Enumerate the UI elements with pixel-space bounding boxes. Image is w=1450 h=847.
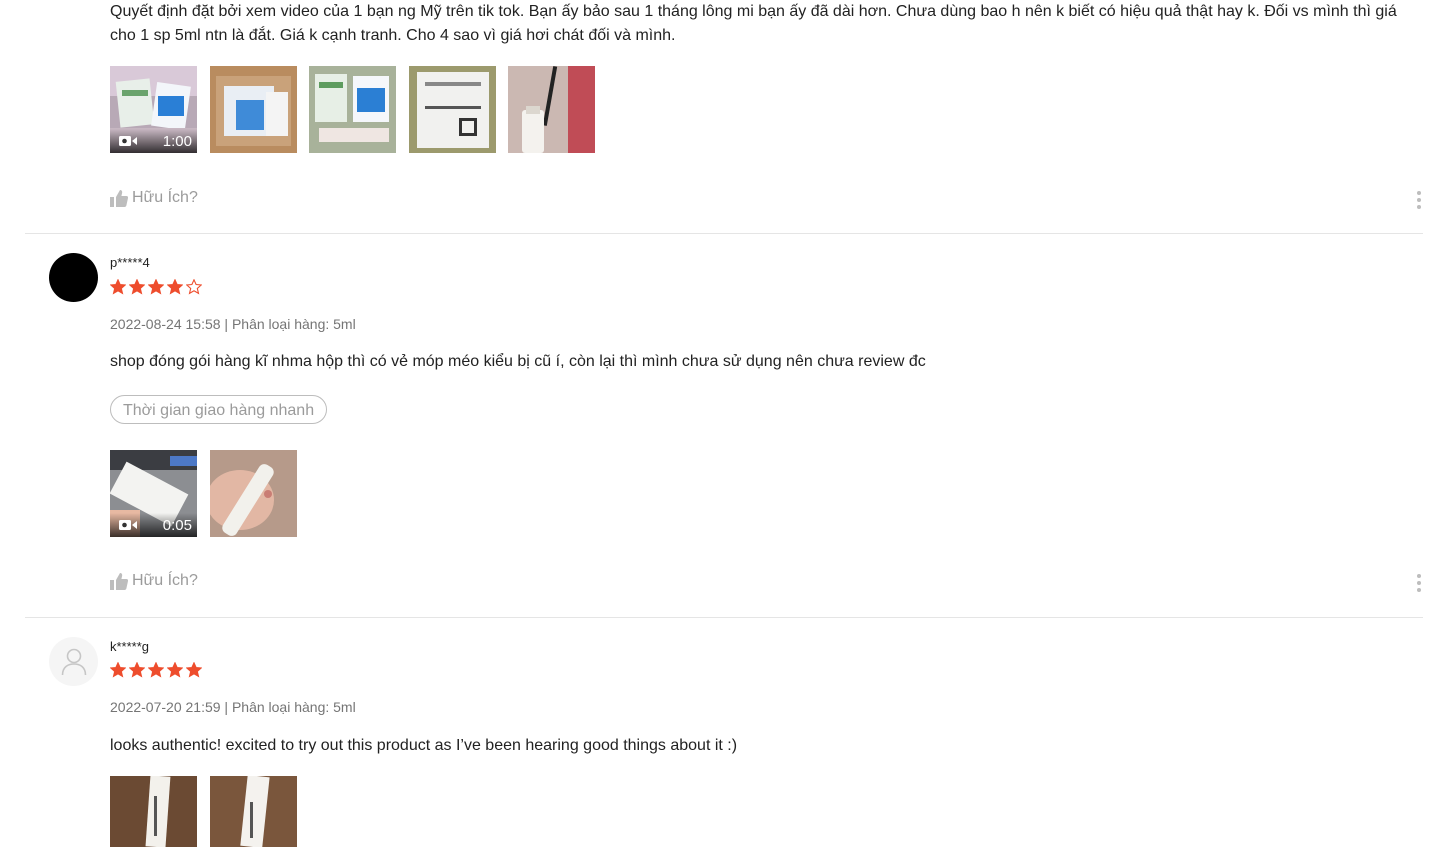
review-tag: Thời gian giao hàng nhanh xyxy=(110,395,328,424)
thumbs-up-icon xyxy=(110,189,128,207)
product-photo xyxy=(210,776,297,847)
star-filled-icon xyxy=(148,279,164,295)
video-duration: 1:00 xyxy=(162,132,192,150)
review-photo-thumb[interactable] xyxy=(409,66,496,153)
star-filled-icon xyxy=(129,279,145,295)
rating-stars xyxy=(110,662,202,678)
more-vertical-icon xyxy=(1417,574,1421,578)
star-filled-icon xyxy=(148,662,164,678)
review-comment: shop đóng gói hàng kĩ nhma hộp thì có vẻ… xyxy=(110,353,926,370)
default-user-icon xyxy=(61,648,86,675)
review-meta: 2022-07-20 21:59 | Phân loại hàng: 5ml xyxy=(110,699,356,715)
product-photo xyxy=(409,66,496,153)
review-photo-thumb[interactable] xyxy=(210,66,297,153)
star-filled-icon xyxy=(167,279,183,295)
product-photo xyxy=(508,66,595,153)
more-options-button[interactable] xyxy=(1416,191,1422,209)
video-camera-icon xyxy=(119,520,137,530)
thumbs-up-icon xyxy=(110,572,128,590)
helpful-button[interactable]: Hữu Ích? xyxy=(110,572,198,590)
review-video-thumb[interactable]: 1:00 xyxy=(110,66,197,153)
more-dot xyxy=(1417,581,1421,585)
more-dot xyxy=(1417,198,1421,202)
review-meta: 2022-08-24 15:58 | Phân loại hàng: 5ml xyxy=(110,316,356,332)
reviewer-name: p*****4 xyxy=(110,255,150,270)
star-filled-icon xyxy=(167,662,183,678)
more-dot xyxy=(1417,205,1421,209)
review-photo-thumb[interactable] xyxy=(508,66,595,153)
rating-stars xyxy=(110,279,202,295)
more-vertical-icon xyxy=(1417,191,1421,195)
review-comment: looks authentic! excited to try out this… xyxy=(110,737,738,754)
product-photo xyxy=(210,450,297,537)
helpful-label: Hữu Ích? xyxy=(132,189,198,206)
review-photo-thumb[interactable] xyxy=(210,776,297,847)
product-photo xyxy=(309,66,396,153)
star-empty-icon xyxy=(186,279,202,295)
review-divider xyxy=(25,233,1423,234)
more-dot xyxy=(1417,588,1421,592)
star-filled-icon xyxy=(110,662,126,678)
reviewer-name: k*****g xyxy=(110,639,150,654)
more-options-button[interactable] xyxy=(1416,574,1422,592)
review-photo-thumb[interactable] xyxy=(210,450,297,537)
review-photo-thumb[interactable] xyxy=(309,66,396,153)
review-comment: Quyết định đặt bởi xem video của 1 bạn n… xyxy=(110,3,1397,44)
avatar[interactable] xyxy=(49,637,98,686)
video-overlay: 0:05 xyxy=(110,513,197,537)
review-video-thumb[interactable] xyxy=(110,776,197,847)
star-filled-icon xyxy=(129,662,145,678)
avatar[interactable] xyxy=(49,253,98,302)
product-photo xyxy=(210,66,297,153)
helpful-button[interactable]: Hữu Ích? xyxy=(110,189,198,207)
video-overlay: 1:00 xyxy=(110,129,197,153)
review-video-thumb[interactable]: 0:05 xyxy=(110,450,197,537)
video-duration: 0:05 xyxy=(162,516,192,534)
review-divider xyxy=(25,617,1423,618)
helpful-label: Hữu Ích? xyxy=(132,572,198,589)
video-camera-icon xyxy=(119,136,137,146)
star-filled-icon xyxy=(110,279,126,295)
product-photo xyxy=(110,776,197,847)
star-filled-icon xyxy=(186,662,202,678)
